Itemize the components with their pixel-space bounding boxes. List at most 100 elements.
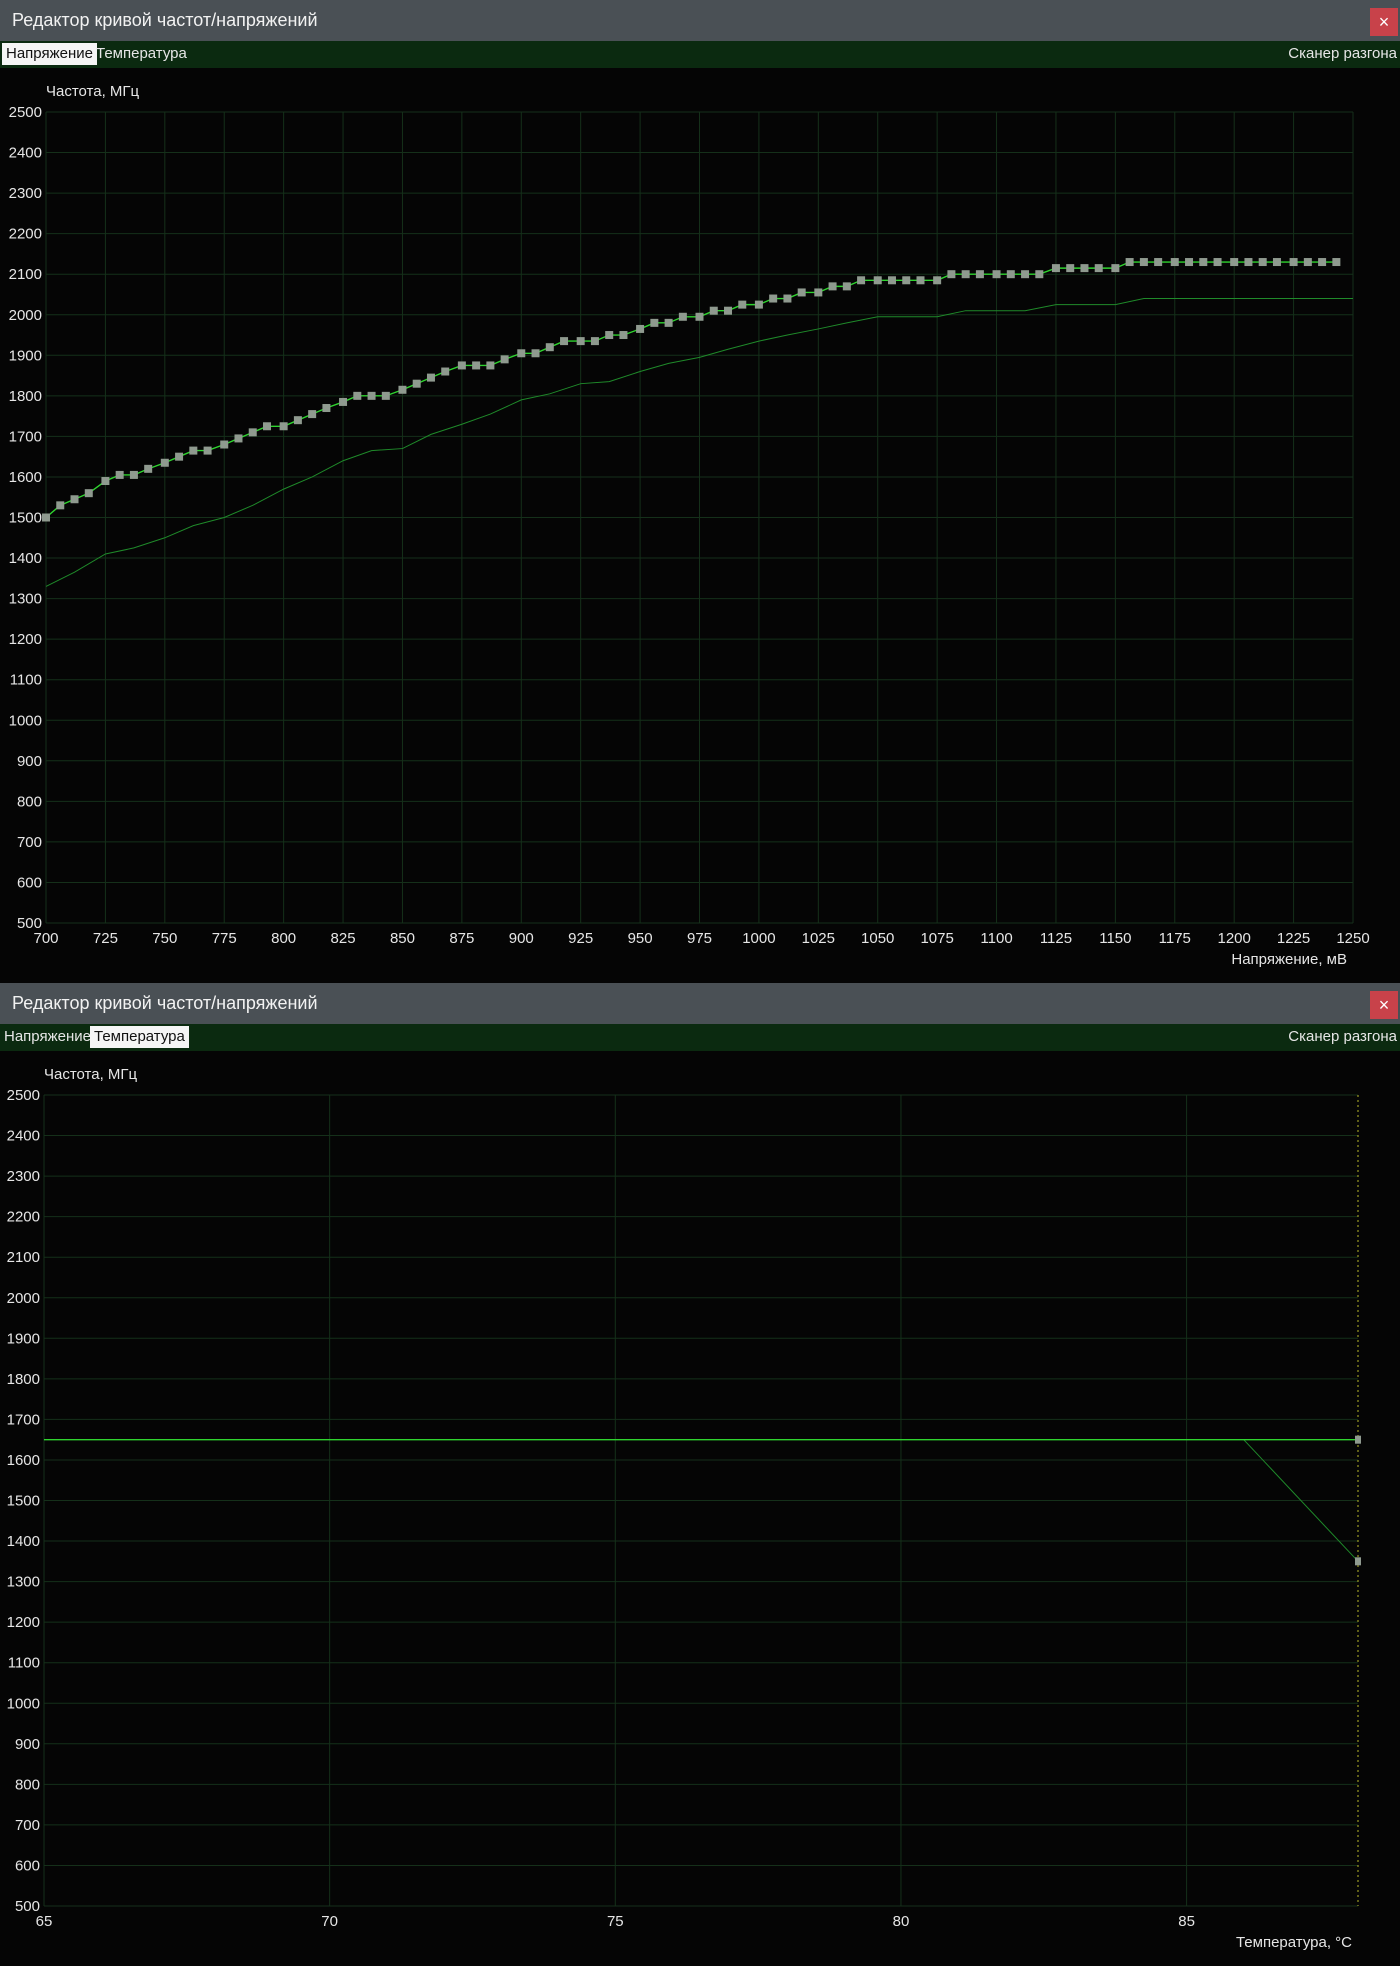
- vf-curve-editor-window-temperature: Редактор кривой частот/напряжений × Напр…: [0, 983, 1400, 1966]
- x-tick-label: 1225: [1277, 930, 1310, 947]
- curve-point-marker: [412, 379, 421, 388]
- y-tick-label: 900: [15, 1736, 40, 1753]
- close-button[interactable]: ×: [1370, 991, 1398, 1019]
- curve-point-marker: [797, 288, 806, 297]
- curve-point-marker: [56, 501, 65, 510]
- curve-point-marker: [1021, 270, 1030, 279]
- curve-point-marker: [605, 331, 614, 340]
- y-tick-label: 1500: [7, 1493, 40, 1510]
- x-tick-label: 1250: [1336, 930, 1369, 947]
- x-tick-label: 1175: [1159, 930, 1191, 947]
- y-tick-label: 1300: [7, 1574, 40, 1591]
- curve-point-marker: [933, 276, 942, 285]
- title-bar[interactable]: Редактор кривой частот/напряжений ×: [0, 0, 1400, 41]
- x-tick-label: 1025: [802, 930, 835, 947]
- curve-point-marker: [873, 276, 882, 285]
- y-tick-label: 2000: [7, 1290, 40, 1307]
- y-tick-label: 1000: [7, 1695, 40, 1712]
- curve-point-marker: [248, 428, 257, 437]
- curve-point-marker: [1213, 258, 1222, 267]
- curve-point-marker: [367, 391, 376, 400]
- y-tick-label: 800: [15, 1776, 40, 1793]
- curve-point-marker: [1111, 264, 1120, 273]
- curve-point-marker: [992, 270, 1001, 279]
- curve-point-marker: [724, 306, 733, 315]
- x-tick-label: 975: [687, 930, 712, 947]
- y-tick-label: 1600: [9, 469, 42, 486]
- curve-point-marker: [1318, 258, 1327, 267]
- curve-point-marker: [160, 458, 169, 467]
- window-title: Редактор кривой частот/напряжений: [12, 993, 318, 1013]
- x-tick-label: 900: [509, 930, 534, 947]
- title-bar[interactable]: Редактор кривой частот/напряжений ×: [0, 983, 1400, 1024]
- y-tick-label: 800: [17, 793, 42, 810]
- curve-point-marker: [709, 306, 718, 315]
- curve-point-marker: [234, 434, 243, 443]
- y-tick-label: 1700: [7, 1411, 40, 1428]
- curve-point-marker: [916, 276, 925, 285]
- curve-point-marker: [664, 318, 673, 327]
- y-tick-label: 600: [17, 874, 42, 891]
- x-tick-label: 1200: [1217, 930, 1250, 947]
- y-tick-label: 1900: [7, 1330, 40, 1347]
- y-axis-title: Частота, МГц: [46, 83, 140, 100]
- y-tick-label: 2200: [9, 226, 42, 243]
- tab-voltage[interactable]: Напряжение: [2, 43, 97, 65]
- curve-point-marker: [961, 270, 970, 279]
- curve-point-marker: [1094, 264, 1103, 273]
- y-tick-label: 1200: [7, 1614, 40, 1631]
- x-tick-label: 1050: [861, 930, 894, 947]
- curve-point-marker: [144, 464, 153, 473]
- x-tick-label: 800: [271, 930, 296, 947]
- frequency-voltage-chart[interactable]: 5006007008009001000110012001300140015001…: [0, 68, 1400, 983]
- curve-point-marker: [1154, 258, 1163, 267]
- oc-scanner-link[interactable]: Сканер разгона: [1288, 43, 1397, 65]
- close-icon: ×: [1378, 995, 1390, 1015]
- y-tick-label: 1500: [9, 510, 42, 527]
- y-tick-label: 1100: [8, 1655, 40, 1672]
- x-tick-label: 1100: [980, 930, 1012, 947]
- curve-point-marker: [500, 355, 509, 364]
- curve-point-marker: [339, 397, 348, 406]
- x-tick-label: 925: [568, 930, 593, 947]
- curve-point-marker: [1355, 1557, 1361, 1566]
- frequency-temperature-chart[interactable]: 5006007008009001000110012001300140015001…: [0, 1051, 1400, 1966]
- x-tick-label: 1150: [1099, 930, 1131, 947]
- curve-point-marker: [101, 477, 110, 486]
- curve-point-marker: [560, 337, 569, 346]
- curve-point-marker: [70, 495, 79, 504]
- y-tick-label: 1100: [10, 672, 42, 689]
- curve-point-marker: [381, 391, 390, 400]
- curve-point-marker: [263, 422, 272, 431]
- curve-point-marker: [636, 324, 645, 333]
- tab-temperature[interactable]: Температура: [90, 1026, 189, 1048]
- y-tick-label: 2200: [7, 1209, 40, 1226]
- x-tick-label: 80: [893, 1913, 910, 1930]
- curve-point-marker: [545, 343, 554, 352]
- y-tick-label: 1600: [7, 1452, 40, 1469]
- oc-scanner-link[interactable]: Сканер разгона: [1288, 1026, 1397, 1048]
- y-tick-label: 2300: [9, 185, 42, 202]
- x-tick-label: 70: [321, 1913, 338, 1930]
- y-tick-label: 2500: [9, 104, 42, 121]
- curve-point-marker: [1125, 258, 1134, 267]
- curve-point-marker: [769, 294, 778, 303]
- x-tick-label: 950: [628, 930, 653, 947]
- curve-point-marker: [293, 416, 302, 425]
- y-tick-label: 2100: [7, 1249, 40, 1266]
- y-tick-label: 1400: [7, 1533, 40, 1550]
- curve-point-marker: [322, 404, 331, 413]
- curve-point-marker: [1355, 1435, 1361, 1444]
- curve-point-marker: [576, 337, 585, 346]
- x-tick-label: 1125: [1040, 930, 1072, 947]
- tab-temperature[interactable]: Температура: [92, 43, 191, 65]
- curve-point-marker: [531, 349, 540, 358]
- curve-point-marker: [517, 349, 526, 358]
- curve-point-marker: [189, 446, 198, 455]
- curve-point-marker: [857, 276, 866, 285]
- x-tick-label: 725: [93, 930, 118, 947]
- tab-voltage[interactable]: Напряжение: [0, 1026, 95, 1048]
- close-button[interactable]: ×: [1370, 8, 1398, 36]
- y-tick-label: 700: [17, 834, 42, 851]
- curve-point-marker: [650, 318, 659, 327]
